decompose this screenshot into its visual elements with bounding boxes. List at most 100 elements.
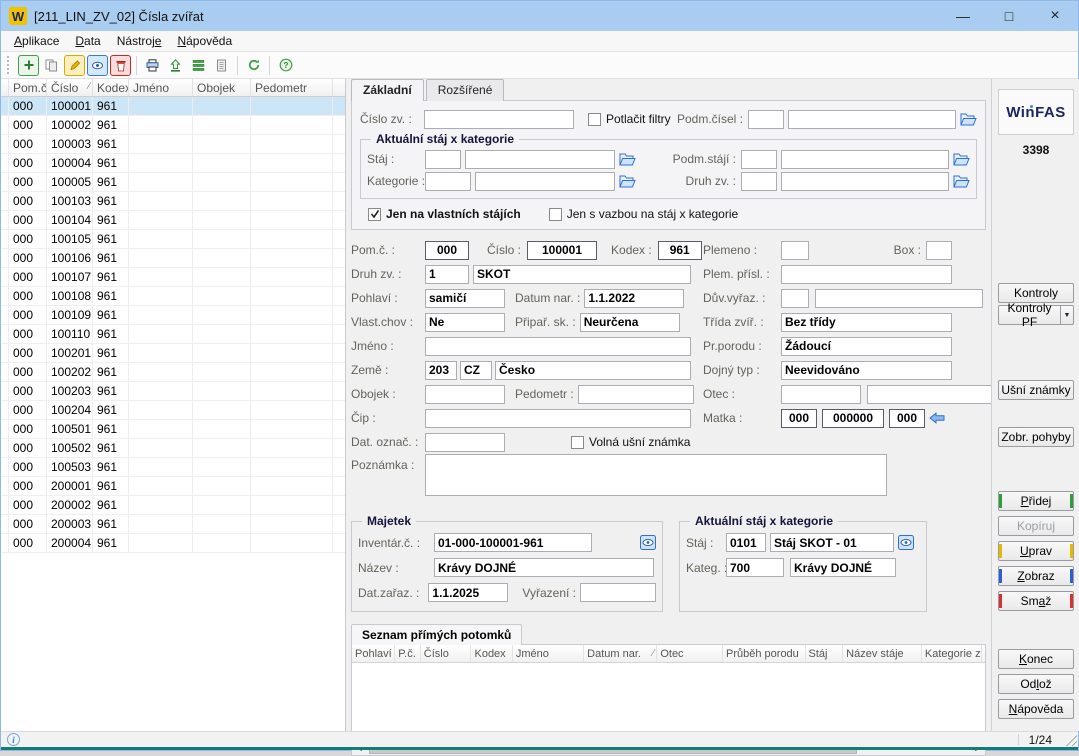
delete-icon[interactable] (110, 55, 131, 76)
edit-icon[interactable] (64, 55, 85, 76)
pedometr-field[interactable] (578, 385, 694, 404)
table-row[interactable]: 000 200003 961 (1, 515, 345, 534)
menu-nastroje[interactable]: Nástroje (109, 32, 170, 50)
vyrazeni-field[interactable] (580, 583, 656, 602)
dat-zaraz-field[interactable] (428, 583, 508, 602)
majetek-view-icon[interactable] (640, 535, 656, 550)
podm-staji-folder-icon[interactable] (953, 152, 970, 166)
col-pom-c[interactable]: Pom.č. (9, 79, 47, 96)
usni-znamky-button[interactable]: Ušní známky (998, 380, 1074, 400)
col-pedometr[interactable]: Pedometr (251, 79, 333, 96)
jmeno-field[interactable] (425, 337, 691, 356)
poznamka-textarea[interactable] (425, 454, 887, 496)
pom-c-field[interactable] (425, 241, 469, 260)
winfas-app-icon[interactable]: W (9, 7, 27, 25)
druh-zv-name-input[interactable] (781, 172, 949, 191)
staj-code-input[interactable] (425, 150, 461, 169)
staj-folder-icon[interactable] (619, 152, 636, 166)
potlacit-filtry-checkbox[interactable] (588, 113, 601, 126)
duv-vyraz-name-field[interactable] (815, 289, 983, 308)
box-field[interactable] (926, 241, 952, 260)
pcol-otec[interactable]: Otec (657, 645, 723, 662)
duv-vyraz-code-field[interactable] (781, 289, 809, 308)
cip-field[interactable] (425, 409, 691, 428)
jen-vlastni-checkbox[interactable] (368, 208, 381, 221)
pcol-kategorie-zv[interactable]: Kategorie zv. (922, 645, 982, 662)
staj-view-icon[interactable] (898, 535, 914, 550)
table-row[interactable]: 000 100106 961 (1, 249, 345, 268)
pcol-jmeno[interactable]: Jméno (513, 645, 584, 662)
add-icon[interactable] (18, 55, 39, 76)
cislo-zv-input[interactable] (424, 110, 574, 129)
dat-oznac-field[interactable] (425, 433, 505, 452)
tab-rozsirene[interactable]: Rozšířené (426, 79, 505, 101)
kateg-code-field[interactable] (726, 558, 784, 577)
napoveda-button[interactable]: Nápověda (998, 699, 1074, 719)
zobraz-button[interactable]: Zobraz (998, 566, 1074, 586)
pohlavi-field[interactable] (425, 289, 505, 308)
pcol-prubeh-porodu[interactable]: Průběh porodu (723, 645, 806, 662)
podm-staji-code-input[interactable] (741, 150, 777, 169)
pcol-datum-nar[interactable]: Datum nar.∕ (584, 645, 657, 662)
otec-code-field[interactable] (781, 385, 861, 404)
podm-staji-name-input[interactable] (781, 150, 949, 169)
jen-vazba-checkbox[interactable] (549, 208, 562, 221)
view-icon[interactable] (87, 55, 108, 76)
menu-napoveda[interactable]: Nápověda (169, 32, 240, 50)
table-row[interactable]: 000 100202 961 (1, 363, 345, 382)
refresh-icon[interactable] (243, 55, 264, 76)
table-row[interactable]: 000 100005 961 (1, 173, 345, 192)
kontroly-button[interactable]: Kontroly (998, 283, 1074, 303)
menu-aplikace[interactable]: Aplikace (6, 32, 67, 50)
nazev-field[interactable] (434, 558, 654, 577)
copy-icon[interactable] (41, 55, 62, 76)
aktualni-staj-code-field[interactable] (726, 533, 766, 552)
vlast-chov-field[interactable] (425, 313, 505, 332)
kontroly-pf-button[interactable]: Kontroly PF (998, 305, 1061, 325)
table-row[interactable]: 000 100502 961 (1, 439, 345, 458)
kodex-field[interactable] (658, 241, 702, 260)
table-row[interactable]: 000 100105 961 (1, 230, 345, 249)
export-icon[interactable] (165, 55, 186, 76)
druh-zv-code-field[interactable] (425, 265, 469, 284)
toolbar-grip[interactable] (7, 56, 12, 74)
pripar-sk-field[interactable] (580, 313, 680, 332)
goto-mother-arrow-icon[interactable] (929, 412, 945, 424)
col-obojek[interactable]: Obojek (193, 79, 251, 96)
podm-cisel-folder-icon[interactable] (960, 112, 977, 126)
kateg-name-field[interactable] (790, 558, 896, 577)
col-kodex[interactable]: Kodex (93, 79, 129, 96)
pr-porodu-field[interactable] (781, 337, 952, 356)
staj-name-input[interactable] (465, 150, 615, 169)
zeme-name-field[interactable] (495, 361, 691, 380)
table-row[interactable]: 000 200002 961 (1, 496, 345, 515)
resize-grip[interactable] (1065, 734, 1077, 746)
table-row[interactable]: 000 100108 961 (1, 287, 345, 306)
plemeno-field[interactable] (781, 241, 809, 260)
zeme-code-field[interactable] (425, 361, 457, 380)
table-row[interactable]: 000 200004 961 (1, 534, 345, 553)
kategorie-code-input[interactable] (425, 172, 471, 191)
table-row[interactable]: 000 100002 961 (1, 116, 345, 135)
pcol-pohlavi[interactable]: Pohlaví (352, 645, 395, 662)
table-row[interactable]: 000 100104 961 (1, 211, 345, 230)
podm-cisel-code-input[interactable] (748, 110, 784, 129)
datum-nar-field[interactable] (584, 289, 684, 308)
col-cislo[interactable]: Číslo∕ (47, 79, 93, 96)
volna-usni-checkbox[interactable] (571, 436, 584, 449)
pcol-nazev-staje[interactable]: Název stáje (843, 645, 922, 662)
smaz-button[interactable]: Smaž (998, 591, 1074, 611)
matka-kodex-field[interactable] (889, 409, 925, 428)
table-row[interactable]: 000 100203 961 (1, 382, 345, 401)
maximize-button[interactable]: □ (986, 1, 1032, 31)
obojek-field[interactable] (425, 385, 505, 404)
table-row[interactable]: 000 200001 961 (1, 477, 345, 496)
trida-zvir-field[interactable] (781, 313, 952, 332)
report-icon[interactable] (211, 55, 232, 76)
pcol-pc[interactable]: P.č. (395, 645, 421, 662)
help-icon[interactable]: ? (275, 55, 296, 76)
pcol-cislo[interactable]: Číslo (421, 645, 472, 662)
col-jmeno[interactable]: Jméno (129, 79, 193, 96)
table-row[interactable]: 000 100110 961 (1, 325, 345, 344)
aktualni-staj-name-field[interactable] (770, 533, 894, 552)
